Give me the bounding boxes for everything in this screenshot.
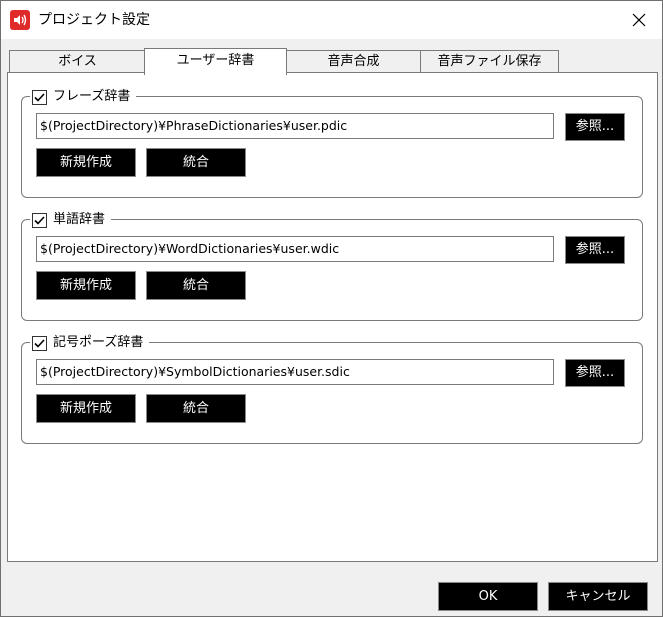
- tab-speech-synthesis[interactable]: 音声合成: [285, 50, 422, 73]
- app-speaker-icon: [10, 10, 30, 30]
- phrase-dictionary-path-input[interactable]: $(ProjectDirectory)¥PhraseDictionaries¥u…: [36, 113, 554, 139]
- phrase-dictionary-merge-button[interactable]: 統合: [146, 148, 246, 177]
- close-icon: [632, 13, 646, 27]
- word-dictionary-legend: 単語辞書: [30, 210, 112, 230]
- word-dictionary-browse-button[interactable]: 参照...: [565, 236, 625, 264]
- word-dictionary-merge-button[interactable]: 統合: [146, 271, 246, 300]
- checkmark-icon: [34, 92, 45, 102]
- project-settings-window: プロジェクト設定 ボイス ユーザー辞書 音声合成 音声ファイル保存 フレーズ辞書…: [0, 0, 663, 617]
- symbol-dictionary-merge-button[interactable]: 統合: [146, 394, 246, 423]
- word-dictionary-checkbox[interactable]: [32, 212, 47, 228]
- symbol-dictionary-path-input[interactable]: $(ProjectDirectory)¥SymbolDictionaries¥u…: [36, 359, 554, 385]
- phrase-dictionary-legend: フレーズ辞書: [30, 87, 137, 107]
- checkmark-icon: [34, 338, 45, 348]
- word-dictionary-new-button[interactable]: 新規作成: [36, 271, 136, 300]
- title-bar: プロジェクト設定: [1, 1, 662, 39]
- symbol-dictionary-new-button[interactable]: 新規作成: [36, 394, 136, 423]
- phrase-dictionary-new-button[interactable]: 新規作成: [36, 148, 136, 177]
- symbol-dictionary-browse-button[interactable]: 参照...: [565, 359, 625, 387]
- phrase-dictionary-label: フレーズ辞書: [53, 89, 131, 104]
- word-dictionary-label: 単語辞書: [53, 212, 106, 227]
- phrase-dictionary-browse-button[interactable]: 参照...: [565, 113, 625, 141]
- symbol-dictionary-checkbox[interactable]: [32, 335, 47, 351]
- symbol-dictionary-group: 記号ポーズ辞書 $(ProjectDirectory)¥SymbolDictio…: [21, 333, 643, 444]
- window-title: プロジェクト設定: [38, 12, 150, 28]
- tab-voice[interactable]: ボイス: [9, 50, 146, 73]
- checkmark-icon: [34, 215, 45, 225]
- symbol-dictionary-label: 記号ポーズ辞書: [53, 335, 144, 350]
- close-button[interactable]: [624, 5, 654, 35]
- user-dictionary-panel: フレーズ辞書 $(ProjectDirectory)¥PhraseDiction…: [7, 72, 658, 562]
- tab-user-dictionary[interactable]: ユーザー辞書: [144, 48, 287, 75]
- word-dictionary-group: 単語辞書 $(ProjectDirectory)¥WordDictionarie…: [21, 210, 643, 321]
- word-dictionary-path-input[interactable]: $(ProjectDirectory)¥WordDictionaries¥use…: [36, 236, 554, 262]
- phrase-dictionary-group: フレーズ辞書 $(ProjectDirectory)¥PhraseDiction…: [21, 87, 643, 198]
- tab-audio-file-save[interactable]: 音声ファイル保存: [420, 50, 559, 73]
- ok-button[interactable]: OK: [438, 582, 538, 611]
- cancel-button[interactable]: キャンセル: [548, 582, 648, 611]
- phrase-dictionary-checkbox[interactable]: [32, 89, 47, 105]
- symbol-dictionary-legend: 記号ポーズ辞書: [30, 333, 150, 353]
